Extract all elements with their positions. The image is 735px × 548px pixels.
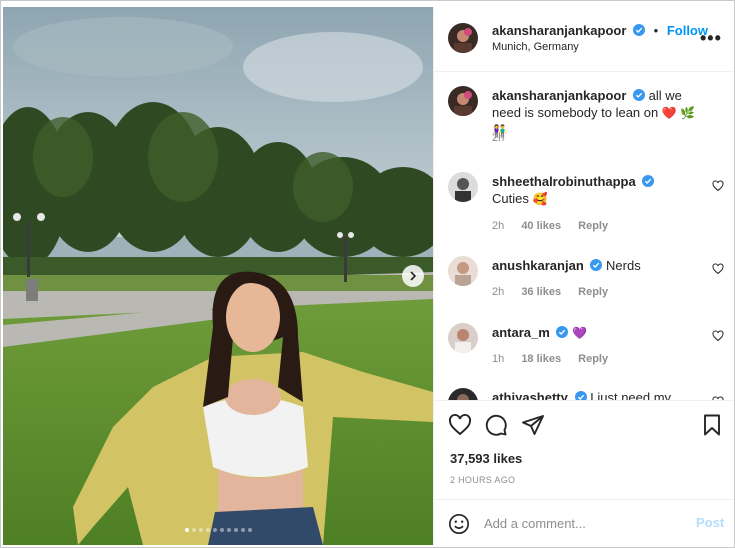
comment-likes[interactable]: 36 likes [521, 286, 561, 298]
chevron-right-icon [410, 271, 417, 281]
post-media[interactable] [3, 7, 433, 545]
comment-icon[interactable] [484, 413, 508, 437]
comment-text: Nerds [606, 258, 641, 273]
heart-icon[interactable] [448, 413, 472, 437]
verified-badge-icon [633, 24, 646, 36]
comment-time[interactable]: 2h [492, 220, 504, 232]
commenter-username[interactable]: anushkaranjan [492, 258, 584, 273]
carousel-dot [205, 528, 210, 532]
smiley-icon[interactable] [448, 513, 470, 535]
commenter-avatar[interactable] [448, 256, 478, 286]
caption-text-block: akansharanjankapoor all we need is someb… [492, 87, 712, 140]
caption-avatar[interactable] [448, 86, 478, 116]
carousel-dot [233, 528, 238, 532]
header-separator: • [653, 23, 659, 38]
carousel-dot [191, 528, 196, 532]
caption-meta: 2h [492, 132, 518, 144]
comment-emoji: 💜 [572, 326, 588, 340]
post-photo [3, 7, 433, 545]
comment-like-heart-icon[interactable] [712, 330, 724, 342]
reply-button[interactable]: Reply [578, 220, 608, 232]
comment-text-block: athiyashetty I just need my [492, 389, 692, 400]
comment-likes[interactable]: 40 likes [521, 220, 561, 232]
carousel-dot [212, 528, 217, 532]
comment-time[interactable]: 2h [492, 286, 504, 298]
bookmark-icon[interactable] [700, 413, 724, 437]
verified-badge-icon [556, 326, 569, 338]
caption-time[interactable]: 2h [492, 132, 504, 144]
post-header: akansharanjankapoor • Follow Munich, Ger… [434, 7, 734, 72]
paper-plane-icon[interactable] [521, 413, 545, 437]
carousel-indicator [3, 528, 433, 532]
commenter-username[interactable]: shheethalrobinuthappa [492, 174, 636, 189]
commenter-username[interactable]: athiyashetty [492, 390, 568, 400]
post-actions: 37,593 likes 2 HOURS AGO [434, 400, 734, 509]
post-sidebar: akansharanjankapoor • Follow Munich, Ger… [433, 7, 734, 545]
carousel-dot [219, 528, 224, 532]
comment-like-heart-icon[interactable] [712, 180, 724, 192]
comment-likes[interactable]: 18 likes [521, 353, 561, 365]
verified-badge-icon [590, 259, 603, 271]
carousel-dot [240, 528, 245, 532]
verified-badge-icon [642, 175, 655, 187]
add-comment-input[interactable] [484, 512, 684, 534]
author-avatar[interactable] [448, 23, 478, 53]
post-timestamp: 2 HOURS AGO [450, 475, 516, 485]
carousel-next-button[interactable] [402, 265, 424, 287]
carousel-dot [226, 528, 231, 532]
comment-text-block: shheethalrobinuthappa Cuties 🥰 [492, 173, 692, 208]
author-username[interactable]: akansharanjankapoor [492, 23, 626, 38]
verified-badge-icon [574, 391, 587, 400]
comment-meta: 1h 18 likes Reply [492, 353, 622, 365]
comment-meta: 2h 40 likes Reply [492, 220, 622, 232]
commenter-avatar[interactable] [448, 172, 478, 202]
commenter-avatar[interactable] [448, 323, 478, 353]
carousel-dot [198, 528, 203, 532]
comments-list[interactable]: akansharanjankapoor all we need is someb… [434, 72, 734, 400]
comment-emoji: 🥰 [532, 192, 548, 206]
header-user-line: akansharanjankapoor • Follow [492, 23, 708, 38]
carousel-dot [247, 528, 252, 532]
comment-like-heart-icon[interactable] [712, 263, 724, 275]
post-dialog: akansharanjankapoor • Follow Munich, Ger… [0, 0, 735, 548]
comment-meta: 2h 36 likes Reply [492, 286, 622, 298]
comment-text-block: antara_m 💜 [492, 324, 692, 342]
verified-badge-icon [633, 89, 646, 101]
reply-button[interactable]: Reply [578, 286, 608, 298]
comment-text: I just need my [590, 390, 672, 400]
commenter-avatar[interactable] [448, 388, 478, 400]
caption-username[interactable]: akansharanjankapoor [492, 88, 626, 103]
likes-count[interactable]: 37,593 likes [450, 451, 522, 466]
reply-button[interactable]: Reply [578, 353, 608, 365]
comment-time[interactable]: 1h [492, 353, 504, 365]
carousel-dot [184, 528, 189, 532]
add-comment-bar: Post [434, 499, 734, 546]
more-options-icon[interactable]: ••• [700, 29, 722, 47]
comment-text: Cuties [492, 191, 529, 206]
post-comment-button[interactable]: Post [696, 515, 724, 530]
post-location[interactable]: Munich, Germany [492, 41, 579, 53]
commenter-username[interactable]: antara_m [492, 325, 550, 340]
comment-text-block: anushkaranjan Nerds [492, 257, 692, 274]
